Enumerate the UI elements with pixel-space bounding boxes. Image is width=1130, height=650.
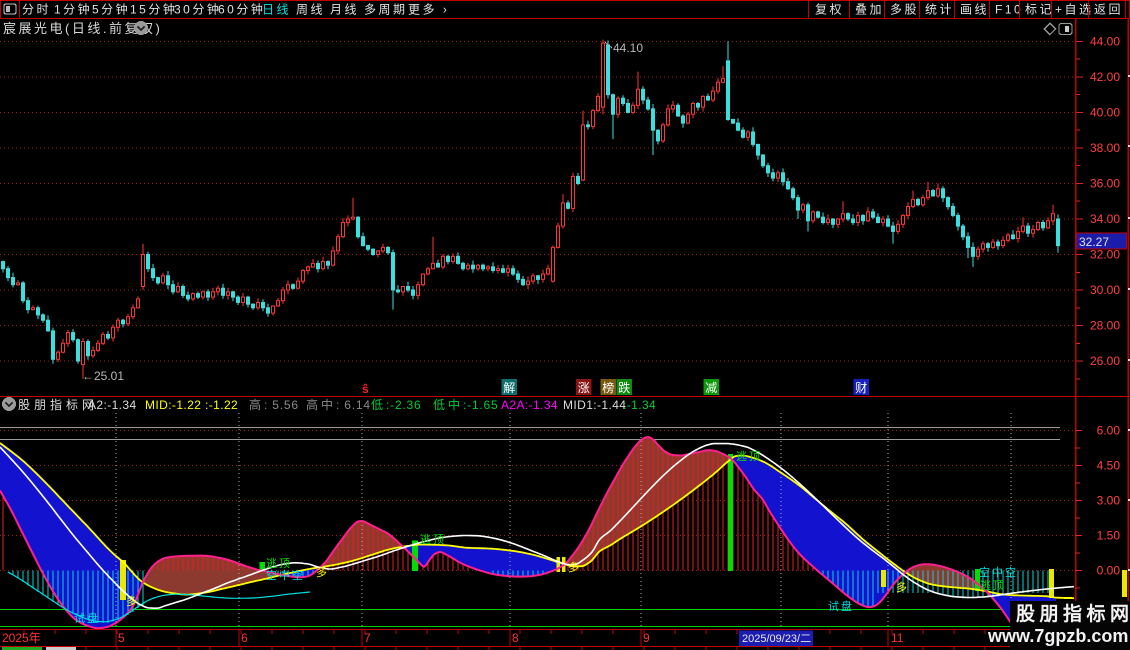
svg-text:2025/09/23/二: 2025/09/23/二 (742, 633, 811, 645)
svg-text:试盘: 试盘 (828, 599, 854, 613)
svg-text:试盘: 试盘 (74, 611, 100, 625)
svg-text:跌: 跌 (618, 380, 630, 395)
svg-text:F10: F10 (995, 3, 1023, 17)
svg-text:44.00: 44.00 (1090, 34, 1120, 48)
svg-text:逃顶: 逃顶 (980, 579, 1006, 592)
svg-text:0.00: 0.00 (1097, 564, 1121, 578)
svg-text:返回: 返回 (1094, 3, 1123, 17)
svg-text:32.00: 32.00 (1090, 248, 1120, 262)
svg-text:30分钟: 30分钟 (174, 2, 221, 17)
svg-text:1分钟: 1分钟 (54, 2, 92, 17)
svg-text:月线: 月线 (330, 3, 359, 17)
svg-text:2025年: 2025年 (2, 631, 41, 645)
svg-text:7: 7 (364, 631, 371, 645)
svg-text:减: 减 (705, 381, 717, 395)
svg-text:6.00: 6.00 (1097, 424, 1121, 438)
svg-text:多: 多 (126, 594, 139, 608)
svg-text:28.00: 28.00 (1090, 319, 1120, 333)
svg-text:涨: 涨 (578, 380, 590, 395)
svg-text:MID1:-1.44: MID1:-1.44 (563, 398, 626, 412)
svg-text:高: 5.56: 高: 5.56 (249, 397, 299, 412)
svg-text:解: 解 (503, 381, 515, 395)
svg-text:www.7gpzb.com: www.7gpzb.com (987, 626, 1128, 646)
svg-text:26.00: 26.00 (1090, 354, 1120, 368)
svg-text:逃顶: 逃顶 (736, 450, 762, 463)
svg-text:9: 9 (643, 631, 650, 645)
svg-text:股朋指标网: 股朋指标网 (1016, 603, 1130, 625)
svg-text:逃顶: 逃顶 (266, 557, 292, 570)
svg-text:统计: 统计 (925, 3, 954, 17)
svg-text::-1.22: :-1.22 (205, 398, 238, 412)
svg-text:1.50: 1.50 (1097, 529, 1121, 543)
svg-text:多: 多 (316, 565, 329, 579)
svg-text:60分钟: 60分钟 (218, 2, 265, 17)
svg-text:多: 多 (896, 580, 909, 594)
svg-text:空中空: 空中空 (266, 568, 305, 582)
svg-text::-1.34: :-1.34 (623, 398, 656, 412)
svg-text:MID:-1.22: MID:-1.22 (145, 398, 201, 412)
svg-text:低中:-1.65: 低中:-1.65 (433, 397, 499, 412)
svg-text:A2:-1.34: A2:-1.34 (88, 398, 137, 412)
svg-text:标记: 标记 (1025, 3, 1054, 17)
svg-text:+自选: +自选 (1055, 3, 1094, 17)
svg-text:低:-2.36: 低:-2.36 (371, 398, 422, 412)
svg-text:5分钟: 5分钟 (92, 2, 130, 17)
svg-text:多股: 多股 (890, 3, 919, 17)
svg-text:6: 6 (241, 631, 248, 645)
svg-text:34.00: 34.00 (1090, 212, 1120, 226)
svg-text:周线: 周线 (296, 3, 325, 17)
svg-text:分时: 分时 (22, 3, 51, 17)
svg-text:复权: 复权 (815, 3, 844, 17)
svg-text:←25.01: ←25.01 (82, 369, 124, 383)
svg-text:更多 ›: 更多 › (408, 3, 449, 17)
svg-text:高中: 6.14: 高中: 6.14 (306, 397, 371, 412)
svg-text:财: 财 (855, 381, 867, 395)
svg-text:空中空: 空中空 (979, 565, 1018, 579)
svg-text:11: 11 (891, 631, 904, 645)
svg-text:多周期: 多周期 (364, 3, 408, 17)
svg-text:40.00: 40.00 (1090, 105, 1120, 119)
svg-text:ŝ: ŝ (362, 382, 369, 396)
svg-text:44.10: 44.10 (613, 41, 643, 55)
svg-text:A2A:-1.34: A2A:-1.34 (501, 398, 558, 412)
svg-text:42.00: 42.00 (1090, 70, 1120, 84)
svg-text:5: 5 (118, 631, 125, 645)
svg-text:38.00: 38.00 (1090, 141, 1120, 155)
svg-text:32.27: 32.27 (1079, 235, 1109, 249)
svg-text:15分钟: 15分钟 (130, 2, 177, 17)
svg-text:榜: 榜 (602, 380, 614, 395)
svg-text:30.00: 30.00 (1090, 283, 1120, 297)
svg-text:4.50: 4.50 (1097, 459, 1121, 473)
svg-text:逃顶: 逃顶 (420, 533, 446, 546)
svg-text:8: 8 (512, 631, 519, 645)
svg-text:画线: 画线 (960, 3, 989, 17)
svg-text:多: 多 (568, 560, 581, 574)
svg-text:3.00: 3.00 (1097, 494, 1121, 508)
svg-text:叠加: 叠加 (855, 3, 884, 17)
svg-text:股朋指标网: 股朋指标网 (18, 397, 98, 412)
svg-text:日线: 日线 (262, 3, 291, 17)
svg-text:36.00: 36.00 (1090, 177, 1120, 191)
